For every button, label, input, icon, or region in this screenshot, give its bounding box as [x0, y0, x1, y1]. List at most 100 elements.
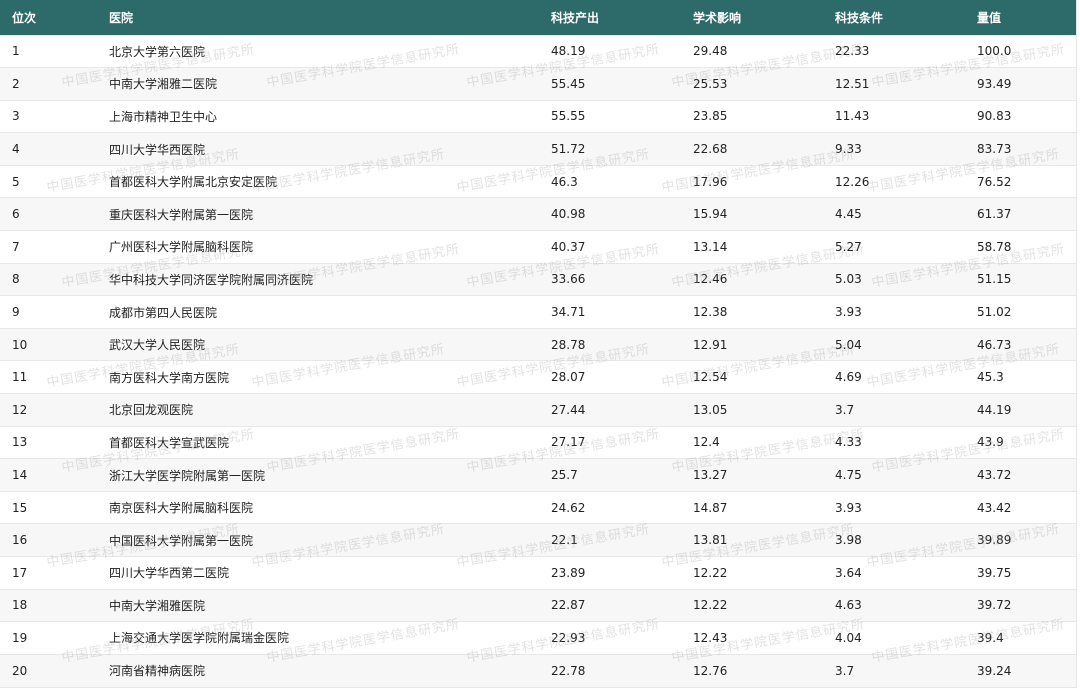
cell-condition: 3.93 — [835, 305, 862, 320]
cell-output: 22.93 — [551, 630, 586, 645]
cell-condition: 4.33 — [835, 435, 862, 450]
cell-hospital: 首都医科大学附属北京安定医院 — [109, 175, 278, 190]
cell-output: 22.1 — [551, 533, 578, 548]
table-row: 6 重庆医科大学附属第一医院 40.98 15.94 4.45 61.37 — [0, 197, 1076, 231]
cell-rank: 17 — [12, 565, 28, 580]
table-row: 3 上海市精神卫生中心 55.55 23.85 11.43 90.83 — [0, 100, 1076, 133]
cell-condition: 3.98 — [835, 533, 862, 548]
cell-score: 39.72 — [977, 598, 1012, 613]
cell-output: 28.07 — [551, 370, 586, 385]
cell-rank: 14 — [12, 468, 28, 483]
cell-score: 39.89 — [977, 533, 1012, 548]
cell-rank: 20 — [12, 663, 28, 678]
cell-hospital: 北京回龙观医院 — [109, 403, 194, 418]
cell-rank: 16 — [12, 533, 28, 548]
cell-academic: 25.53 — [693, 76, 728, 91]
cell-score: 45.3 — [977, 370, 1004, 385]
cell-rank: 1 — [12, 44, 20, 59]
cell-score: 90.83 — [977, 109, 1012, 124]
cell-academic: 23.85 — [693, 109, 728, 124]
cell-rank: 18 — [12, 598, 28, 613]
cell-score: 51.02 — [977, 305, 1012, 320]
cell-output: 28.78 — [551, 337, 586, 352]
cell-academic: 13.14 — [693, 239, 728, 254]
cell-rank: 8 — [12, 272, 20, 287]
cell-output: 22.87 — [551, 598, 586, 613]
cell-rank: 2 — [12, 76, 20, 91]
cell-score: 43.42 — [977, 500, 1012, 515]
cell-condition: 11.43 — [835, 109, 870, 124]
cell-academic: 13.81 — [693, 533, 728, 548]
table-row: 7 广州医科大学附属脑科医院 40.37 13.14 5.27 58.78 — [0, 230, 1076, 264]
cell-condition: 3.64 — [835, 565, 862, 580]
cell-academic: 13.27 — [693, 468, 728, 483]
header-score[interactable]: 量值 — [965, 0, 1076, 35]
header-hospital[interactable]: 医院 — [97, 0, 539, 35]
cell-output: 23.89 — [551, 565, 586, 580]
cell-condition: 5.04 — [835, 337, 862, 352]
cell-hospital: 中南大学湘雅医院 — [109, 598, 206, 613]
cell-condition: 4.63 — [835, 598, 862, 613]
cell-score: 83.73 — [977, 142, 1012, 157]
cell-hospital: 华中科技大学同济医学院附属同济医院 — [109, 272, 314, 287]
table-row: 10 武汉大学人民医院 28.78 12.91 5.04 46.73 — [0, 328, 1076, 361]
cell-output: 33.66 — [551, 272, 586, 287]
cell-academic: 12.22 — [693, 598, 728, 613]
cell-score: 44.19 — [977, 402, 1012, 417]
table-body: 1 北京大学第六医院 48.19 29.48 22.33 100.0 2 中南大学湘雅二医院 5… — [0, 35, 1076, 687]
cell-output: 40.98 — [551, 207, 586, 222]
cell-hospital: 上海交通大学医学院附属瑞金医院 — [109, 631, 290, 646]
cell-score: 51.15 — [977, 272, 1012, 287]
cell-condition: 3.93 — [835, 500, 862, 515]
table-header-row: 位次 医院 科技产出 学术影响 科技条件 量值 — [0, 0, 1076, 35]
cell-academic: 12.91 — [693, 337, 728, 352]
cell-rank: 9 — [12, 305, 20, 320]
cell-condition: 4.75 — [835, 468, 862, 483]
cell-rank: 13 — [12, 435, 28, 450]
cell-score: 61.37 — [977, 207, 1012, 222]
cell-rank: 4 — [12, 142, 20, 157]
ranking-table-container: 位次 医院 科技产出 学术影响 科技条件 量值 1 北京大学第六医院 48.19 29… — [0, 0, 1077, 688]
table-row: 12 北京回龙观医院 27.44 13.05 3.7 44.19 — [0, 393, 1076, 427]
header-academic[interactable]: 学术影响 — [681, 0, 823, 35]
cell-score: 46.73 — [977, 337, 1012, 352]
cell-score: 58.78 — [977, 239, 1012, 254]
cell-output: 27.17 — [551, 435, 586, 450]
cell-hospital: 中南大学湘雅二医院 — [109, 77, 218, 92]
cell-score: 100.0 — [977, 44, 1012, 59]
cell-rank: 11 — [12, 370, 28, 385]
cell-output: 27.44 — [551, 402, 586, 417]
cell-hospital: 四川大学华西第二医院 — [109, 566, 230, 581]
cell-hospital: 浙江大学医学院附属第一医院 — [109, 468, 266, 483]
table-row: 18 中南大学湘雅医院 22.87 12.22 4.63 39.72 — [0, 589, 1076, 622]
header-condition[interactable]: 科技条件 — [823, 0, 965, 35]
cell-condition: 3.7 — [835, 402, 855, 417]
cell-rank: 12 — [12, 402, 28, 417]
cell-output: 25.7 — [551, 468, 578, 483]
header-rank[interactable]: 位次 — [0, 0, 97, 35]
cell-output: 51.72 — [551, 142, 586, 157]
table-row: 20 河南省精神病医院 22.78 12.76 3.7 39.24 — [0, 654, 1076, 687]
cell-rank: 6 — [12, 207, 20, 222]
cell-hospital: 重庆医科大学附属第一医院 — [109, 207, 254, 222]
cell-output: 24.62 — [551, 500, 586, 515]
cell-academic: 12.4 — [693, 435, 720, 450]
cell-hospital: 中国医科大学附属第一医院 — [109, 533, 254, 548]
header-output[interactable]: 科技产出 — [539, 0, 681, 35]
cell-condition: 9.33 — [835, 142, 862, 157]
cell-score: 39.24 — [977, 663, 1012, 678]
cell-hospital: 成都市第四人民医院 — [109, 305, 218, 320]
cell-academic: 12.38 — [693, 305, 728, 320]
cell-score: 43.9 — [977, 435, 1004, 450]
cell-hospital: 广州医科大学附属脑科医院 — [109, 240, 254, 255]
cell-academic: 12.43 — [693, 630, 728, 645]
cell-hospital: 四川大学华西医院 — [109, 142, 206, 157]
table-row: 4 四川大学华西医院 51.72 22.68 9.33 83.73 — [0, 132, 1076, 166]
cell-hospital: 武汉大学人民医院 — [109, 338, 206, 353]
table-row: 11 南方医科大学南方医院 28.07 12.54 4.69 45.3 — [0, 360, 1076, 394]
cell-academic: 17.96 — [693, 174, 728, 189]
cell-hospital: 南方医科大学南方医院 — [109, 370, 230, 385]
cell-score: 39.4 — [977, 630, 1004, 645]
table-row: 15 南京医科大学附属脑科医院 24.62 14.87 3.93 43.42 — [0, 491, 1076, 524]
table-row: 14 浙江大学医学院附属第一医院 25.7 13.27 4.75 43.72 — [0, 458, 1076, 492]
